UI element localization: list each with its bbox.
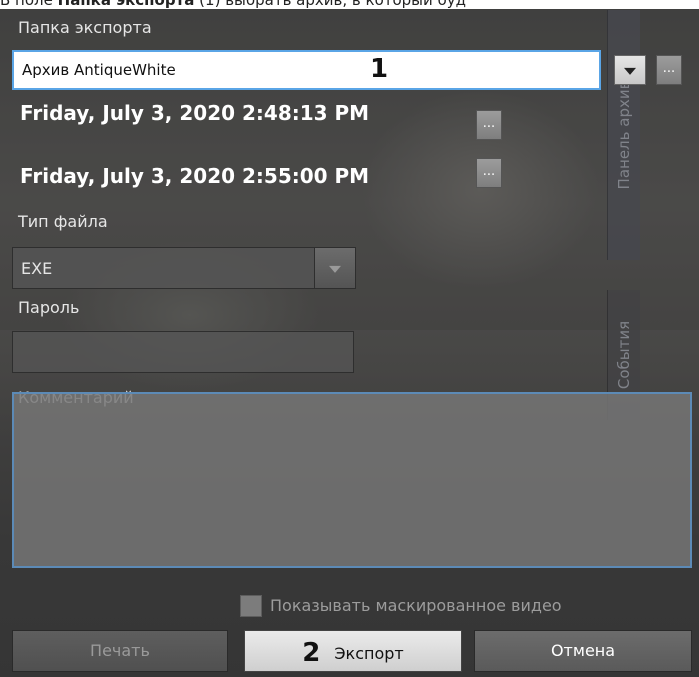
file-type-select[interactable]: EXE	[12, 247, 356, 289]
export-folder-value: Архив AntiqueWhite	[22, 61, 176, 79]
export-folder-label: Папка экспорта	[18, 18, 152, 37]
marker-1: 1	[370, 54, 389, 84]
start-time: Friday, July 3, 2020 2:48:13 PM	[20, 101, 370, 125]
export-button-label: Экспорт	[334, 644, 404, 663]
end-time: Friday, July 3, 2020 2:55:00 PM	[20, 164, 370, 188]
marker-2: 2	[302, 638, 321, 668]
file-type-dropdown-button[interactable]	[314, 248, 355, 288]
print-button[interactable]: Печать	[12, 630, 228, 672]
password-label: Пароль	[18, 298, 80, 317]
password-field[interactable]	[12, 331, 354, 373]
doc-caption: В поле Папка экспорта (1) выбрать архив,…	[0, 0, 699, 9]
end-time-button[interactable]: ...	[476, 158, 502, 188]
export-button[interactable]: 2 Экспорт	[244, 630, 462, 672]
file-type-value: EXE	[21, 259, 53, 278]
tab-events-label: События	[615, 320, 633, 390]
chevron-down-icon	[329, 265, 341, 273]
file-type-label: Тип файла	[18, 212, 108, 231]
export-folder-dropdown-button[interactable]	[614, 55, 646, 85]
tab-archive-panel-label: Панель архив	[615, 80, 633, 190]
show-masked-label: Показывать маскированное видео	[270, 596, 562, 615]
cancel-button[interactable]: Отмена	[474, 630, 692, 672]
tab-archive-panel[interactable]: Панель архив	[607, 10, 640, 260]
show-masked-checkbox[interactable]	[240, 595, 262, 617]
start-time-button[interactable]: ...	[476, 110, 502, 140]
comment-field[interactable]	[12, 392, 692, 568]
chevron-down-icon	[624, 67, 636, 75]
export-folder-field[interactable]: Архив AntiqueWhite	[12, 50, 601, 90]
export-folder-browse-button[interactable]: ...	[656, 55, 682, 85]
